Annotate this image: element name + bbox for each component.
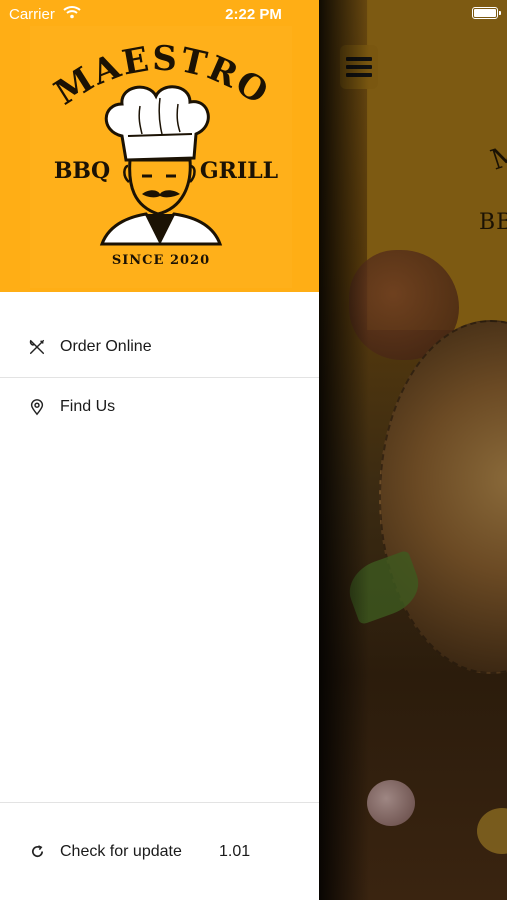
check-for-update-label: Check for update	[60, 843, 182, 860]
location-pin-icon	[30, 399, 44, 416]
utensils-icon	[29, 339, 45, 355]
background-app-content: M BB	[319, 0, 507, 900]
check-for-update-button[interactable]: Check for update 1.01	[0, 822, 319, 880]
background-onion-image	[367, 780, 415, 826]
clock: 2:22 PM	[225, 6, 282, 23]
battery-icon	[472, 7, 501, 19]
logo-left-text: BBQ	[54, 158, 110, 184]
app-version: 1.01	[219, 843, 251, 860]
status-bar: Carrier 2:22 PM	[0, 0, 507, 28]
background-decoration	[477, 808, 507, 854]
menu-item-label: Find Us	[60, 398, 116, 415]
background-pizza-image	[379, 320, 507, 674]
footer-divider	[0, 802, 319, 803]
maestro-bbq-grill-logo: MAESTRO BBQ GRILL SINCE 2020	[30, 26, 292, 288]
navigation-drawer: MAESTRO BBQ GRILL SINCE 2020 Order Onlin…	[0, 0, 319, 900]
logo-bottom-text: SINCE 2020	[112, 253, 210, 268]
refresh-icon	[32, 845, 44, 858]
menu-item-find-us[interactable]: Find Us	[0, 378, 319, 436]
logo-right-text: GRILL	[200, 158, 278, 184]
menu-item-order-online[interactable]: Order Online	[0, 318, 319, 376]
menu-item-label: Order Online	[60, 338, 152, 355]
background-bbq-partial-text: BB	[479, 210, 507, 235]
drawer-header: MAESTRO BBQ GRILL SINCE 2020	[0, 0, 319, 292]
drawer-shadow	[319, 0, 369, 900]
